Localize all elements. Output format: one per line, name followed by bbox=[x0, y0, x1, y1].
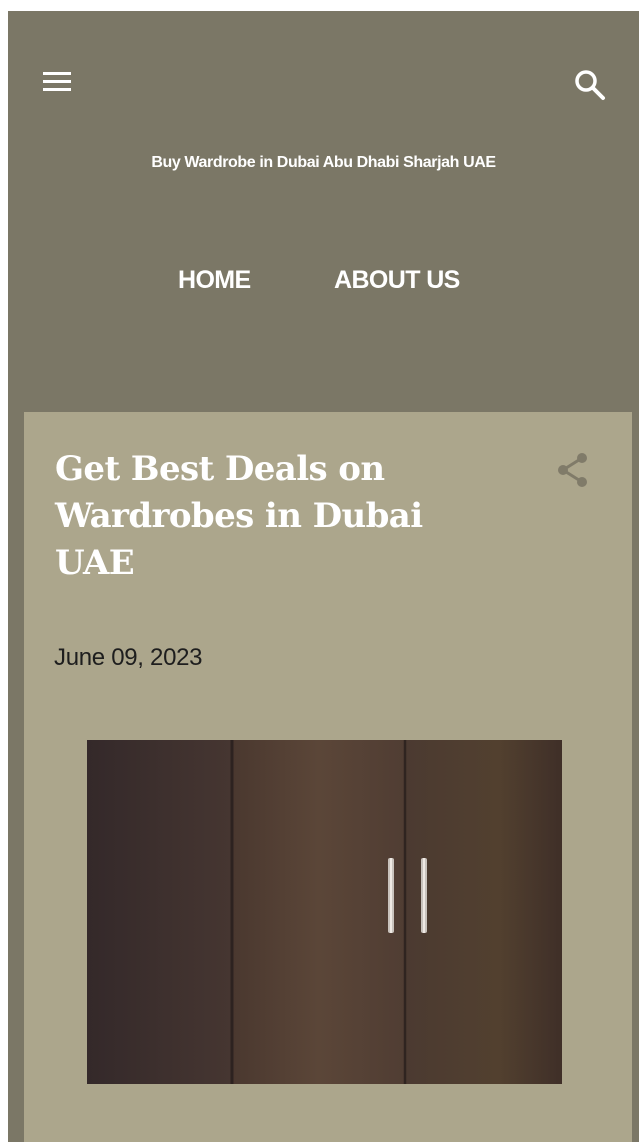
post-card: Get Best Deals on Wardrobes in Dubai UAE… bbox=[24, 412, 632, 1142]
share-button[interactable] bbox=[554, 450, 594, 494]
search-icon bbox=[575, 70, 605, 100]
post-title[interactable]: Get Best Deals on Wardrobes in Dubai UAE bbox=[55, 446, 495, 587]
search-button[interactable] bbox=[566, 63, 610, 107]
header: Buy Wardrobe in Dubai Abu Dhabi Sharjah … bbox=[8, 11, 639, 171]
blog-viewport: Buy Wardrobe in Dubai Abu Dhabi Sharjah … bbox=[8, 11, 639, 1142]
page: Buy Wardrobe in Dubai Abu Dhabi Sharjah … bbox=[0, 0, 639, 1142]
nav-link-about-us[interactable]: ABOUT US bbox=[334, 263, 460, 297]
main-navigation: HOME ABOUT US bbox=[8, 263, 639, 303]
hamburger-menu-icon bbox=[43, 72, 71, 91]
menu-button[interactable] bbox=[38, 61, 82, 101]
nav-link-home[interactable]: HOME bbox=[178, 263, 251, 297]
wardrobe-image bbox=[87, 740, 562, 1084]
share-icon bbox=[558, 453, 587, 487]
post-date: June 09, 2023 bbox=[54, 644, 203, 671]
site-title[interactable]: Buy Wardrobe in Dubai Abu Dhabi Sharjah … bbox=[8, 151, 639, 175]
post-featured-image[interactable] bbox=[87, 740, 562, 1084]
